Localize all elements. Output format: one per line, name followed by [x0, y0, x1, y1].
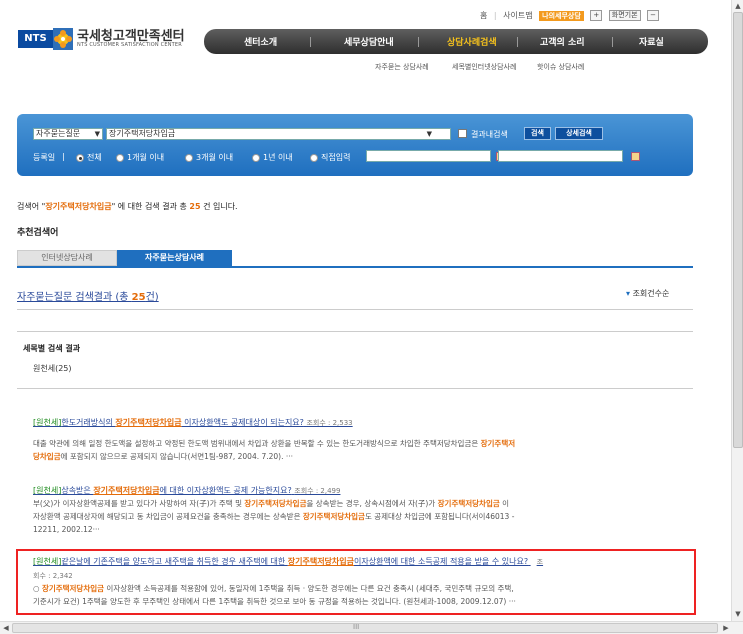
- top-links: 홈 | 사이트맵 나의세무상담 + 화면기본 −: [478, 10, 661, 21]
- radio-1year[interactable]: [252, 154, 260, 162]
- scroll-up-arrow-icon[interactable]: ▲: [732, 0, 743, 12]
- divider: [17, 331, 693, 332]
- by-tax-title: 세목별 검색 결과: [23, 344, 81, 353]
- search-button[interactable]: 검색: [524, 127, 551, 140]
- nav-case-search[interactable]: 상담사례검색: [447, 35, 497, 48]
- nts-logo-badge[interactable]: NTS: [18, 30, 53, 48]
- main-nav: 센터소개 세무상담안내 상담사례검색 고객의 소리 자료실: [204, 29, 708, 54]
- search-type-select[interactable]: 자주묻는질문 ▼: [33, 128, 103, 140]
- divider: [17, 309, 693, 310]
- result-title-link[interactable]: [원천세]같은날에 기존주택을 양도하고 새주택을 취득한 경우 새주택에 대한…: [33, 556, 543, 567]
- result-title[interactable]: 자주묻는질문 검색결과 (총 25건): [17, 288, 159, 303]
- zoom-default-button[interactable]: 화면기본: [608, 10, 641, 21]
- radio-3month-label: 3개월 이내: [196, 153, 234, 162]
- search-summary: 검색어 "장기주택저당차입금" 에 대한 검색 결과 총 25 건 입니다.: [17, 202, 238, 211]
- in-result-checkbox[interactable]: [458, 129, 467, 138]
- view-count: 회수 : 2,342: [33, 572, 73, 580]
- nav-resources[interactable]: 자료실: [639, 35, 664, 48]
- zoom-out-button[interactable]: −: [647, 10, 659, 21]
- view-count: 조회수 : 2,499: [294, 487, 341, 495]
- search-input[interactable]: 장기주택저당차입금 ▼: [106, 128, 451, 140]
- in-result-label: 결과내검색: [471, 130, 508, 139]
- search-box: [17, 114, 693, 176]
- tab-underline: [17, 266, 693, 268]
- tab-faq-cases[interactable]: 자주묻는상담사례: [117, 250, 232, 266]
- scroll-down-arrow-icon[interactable]: ▼: [732, 608, 743, 620]
- divider: [17, 388, 693, 389]
- radio-all-label: 전체: [87, 153, 102, 162]
- detail-search-button[interactable]: 상세검색: [555, 127, 603, 140]
- result-description: 대출 약관에 의해 일정 한도액을 설정하고 약정된 한도액 범위내에서 차입과…: [33, 439, 516, 461]
- zoom-in-button[interactable]: +: [590, 10, 603, 21]
- site-subtitle: NTS CUSTOMER SATISFACTION CENTER: [77, 42, 182, 48]
- result-title-link[interactable]: [원천세]상속받은 장기주택저당차입금에 대한 이자상환액도 공제 가능한지요?…: [33, 485, 340, 496]
- result-description: 부(父)가 이자상환액공제를 받고 있다가 사망하여 자(子)가 주택 및 장기…: [33, 499, 515, 534]
- flower-logo-icon: [53, 28, 73, 50]
- horizontal-scrollbar[interactable]: ◀ III ▶: [0, 621, 743, 634]
- subnav-hot-issue[interactable]: 핫이슈 상담사례: [537, 62, 584, 72]
- sitemap-link[interactable]: 사이트맵: [503, 11, 532, 20]
- nav-center-intro[interactable]: 센터소개: [244, 35, 277, 48]
- scroll-left-arrow-icon[interactable]: ◀: [0, 622, 12, 634]
- date-label: 등록일: [33, 153, 56, 162]
- start-date-input[interactable]: [366, 150, 491, 162]
- radio-3month[interactable]: [185, 154, 193, 162]
- result-description: ○ 장기주택저당차입금 이자상환액 소득공제를 적용함에 있어, 동일자에 1주…: [33, 584, 516, 606]
- radio-1month-label: 1개월 이내: [127, 153, 165, 162]
- subnav-tax-internet[interactable]: 세목별인터넷상담사례: [452, 62, 516, 72]
- subnav-faq[interactable]: 자주묻는 상담사례: [375, 62, 429, 72]
- end-date-input[interactable]: [498, 150, 623, 162]
- sort-by-views[interactable]: ▾ 조회건수순: [626, 288, 669, 299]
- recommend-label: 추천검색어: [17, 228, 59, 238]
- radio-all[interactable]: [76, 154, 84, 162]
- dropdown-arrow-icon[interactable]: ▼: [427, 129, 432, 139]
- view-count: 조회수 : 2,533: [306, 419, 353, 427]
- nav-consult-guide[interactable]: 세무상담안내: [344, 35, 394, 48]
- scroll-right-arrow-icon[interactable]: ▶: [720, 622, 732, 634]
- triangle-down-icon: ▾: [626, 289, 631, 298]
- vertical-scrollbar[interactable]: ▲ ▼: [731, 0, 743, 621]
- radio-1year-label: 1년 이내: [263, 153, 293, 162]
- view-count: 조: [536, 558, 544, 566]
- tab-internet-cases[interactable]: 인터넷상담사례: [17, 250, 117, 266]
- my-consult-button[interactable]: 나의세무상담: [539, 10, 584, 21]
- nav-customer-voice[interactable]: 고객의 소리: [540, 35, 585, 48]
- tax-category-link[interactable]: 원천세(25): [33, 363, 72, 374]
- vertical-scroll-thumb[interactable]: [733, 12, 743, 448]
- home-link[interactable]: 홈: [480, 11, 487, 20]
- radio-1month[interactable]: [116, 154, 124, 162]
- radio-custom-label: 직접입력: [321, 153, 351, 162]
- result-title-link[interactable]: [원천세]한도거래방식의 장기주택저당차입금 이자상환액도 공제대상이 되는지요…: [33, 417, 353, 428]
- calendar-icon[interactable]: [631, 152, 640, 161]
- horizontal-scroll-thumb[interactable]: III: [12, 623, 718, 633]
- radio-custom[interactable]: [310, 154, 318, 162]
- chevron-down-icon: ▼: [94, 130, 100, 138]
